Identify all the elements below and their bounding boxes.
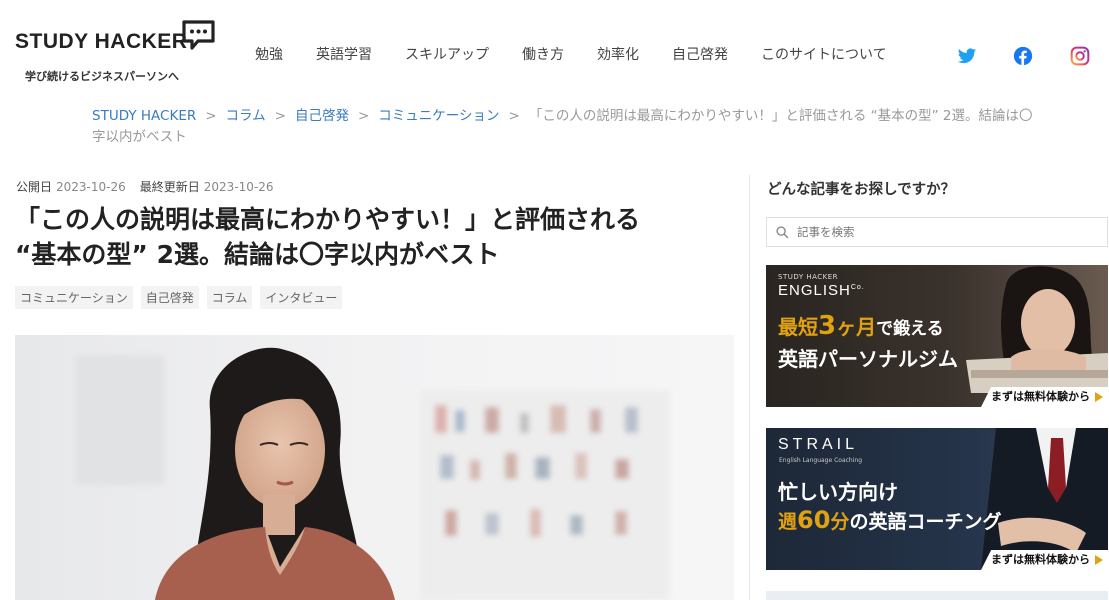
banner1-brand: ENGLISHCo. [778, 282, 865, 299]
search-icon [776, 226, 789, 239]
logo-text: STUDY HACKER [15, 30, 188, 53]
article-title-line2: “基本の型” 2選。結論は〇字以内がベスト [15, 240, 500, 269]
banner2-cta[interactable]: まずは無料体験から [981, 550, 1108, 570]
hero-photo [15, 335, 734, 600]
banner2-subline-pre: 週 [778, 511, 798, 533]
banner2-brand-sub: English Language Coaching [779, 457, 863, 464]
updated-date: 2023-10-26 [203, 180, 274, 194]
banner-strail[interactable]: STRAIL English Language Coaching 忙しい方向け … [766, 428, 1108, 570]
banner-next-partial[interactable] [766, 591, 1108, 600]
site-logo[interactable]: STUDY HACKER 学び続けるビジネスパーソンへ [15, 18, 225, 88]
speech-bubble-icon [182, 20, 215, 50]
main-nav: 勉強 英語学習 スキルアップ 働き方 効率化 自己啓発 このサイトについて [255, 44, 920, 64]
breadcrumb-home[interactable]: STUDY HACKER [92, 108, 196, 124]
breadcrumb-separator: > [274, 108, 286, 124]
article-tags: コミュニケーション 自己啓発 コラム インタビュー [15, 286, 350, 309]
search-input[interactable] [797, 218, 1097, 246]
nav-skillup[interactable]: スキルアップ [405, 44, 489, 64]
nav-self-improvement[interactable]: 自己啓発 [672, 44, 728, 64]
tag-self-improvement[interactable]: 自己啓発 [140, 286, 199, 309]
banner2-subline-post: の英語コーチング [849, 511, 1002, 533]
search-box [766, 217, 1108, 247]
updated-label: 最終更新日 [139, 180, 200, 194]
banner1-brand-name: ENGLISH [778, 282, 851, 299]
nav-efficiency[interactable]: 効率化 [597, 44, 639, 64]
banner1-cta-label: まずは無料体験から [991, 390, 1090, 403]
nav-about[interactable]: このサイトについて [761, 44, 887, 64]
article-title-line1: 「この人の説明は最高にわかりやすい！」と評価される [15, 205, 641, 234]
nav-workstyle[interactable]: 働き方 [522, 44, 564, 64]
banner2-cta-label: まずは無料体験から [991, 553, 1090, 566]
tag-column[interactable]: コラム [206, 286, 253, 309]
banner2-headline: 忙しい方向け [778, 480, 898, 504]
banner1-brand-small: STUDY HACKER [778, 273, 839, 281]
tag-interview[interactable]: インタビュー [260, 286, 343, 309]
published-label: 公開日 [16, 180, 53, 194]
banner2-brand: STRAIL [778, 436, 859, 453]
search-heading: どんな記事をお探しですか？ [767, 182, 956, 198]
banner1-cta[interactable]: まずは無料体験から [981, 387, 1108, 407]
breadcrumb-column[interactable]: コラム [226, 108, 266, 124]
article-hero-image [15, 335, 734, 600]
article-title: 「この人の説明は最高にわかりやすい！」と評価される “基本の型” 2選。結論は〇… [15, 202, 735, 272]
breadcrumb-separator: > [205, 108, 217, 124]
play-arrow-icon [1095, 555, 1103, 565]
breadcrumb: STUDY HACKER > コラム > 自己啓発 > コミュニケーション > 「この人の説明は… [92, 106, 1037, 148]
breadcrumb-separator: > [357, 108, 370, 124]
banner2-subline-unit: 分 [830, 511, 850, 533]
banner1-headline-post: で鍛える [876, 319, 944, 339]
tag-communication[interactable]: コミュニケーション [15, 286, 133, 309]
column-divider [749, 175, 750, 600]
breadcrumb-communication[interactable]: コミュニケーション [378, 108, 499, 124]
breadcrumb-self-improvement[interactable]: 自己啓発 [295, 108, 349, 124]
play-arrow-icon [1095, 392, 1103, 402]
site-tagline: 学び続けるビジネスパーソンへ [25, 70, 179, 83]
facebook-icon[interactable] [1013, 46, 1033, 66]
banner1-headline-pre: 最短 [778, 315, 818, 339]
banner1-headline: 最短3ヶ月で鍛える [778, 311, 944, 341]
article-dates: 公開日 2023-10-26 最終更新日 2023-10-26 [16, 178, 274, 195]
breadcrumb-separator: > [508, 108, 520, 124]
nav-study[interactable]: 勉強 [255, 44, 283, 64]
banner1-subline: 英語パーソナルジム [778, 347, 958, 371]
banner-english-company[interactable]: STUDY HACKER ENGLISHCo. 最短3ヶ月で鍛える 英語パーソナ… [766, 265, 1108, 407]
instagram-icon[interactable] [1070, 46, 1090, 66]
banner1-headline-unit: ヶ月 [836, 315, 877, 339]
banner1-brand-co: Co. [850, 284, 865, 291]
nav-english[interactable]: 英語学習 [316, 44, 372, 64]
twitter-icon[interactable] [957, 46, 977, 66]
published-date: 2023-10-26 [56, 180, 126, 194]
banner1-headline-num: 3 [818, 311, 837, 341]
banner2-subline-num: 60 [797, 506, 831, 534]
banner2-subline: 週60分の英語コーチング [778, 506, 1001, 534]
